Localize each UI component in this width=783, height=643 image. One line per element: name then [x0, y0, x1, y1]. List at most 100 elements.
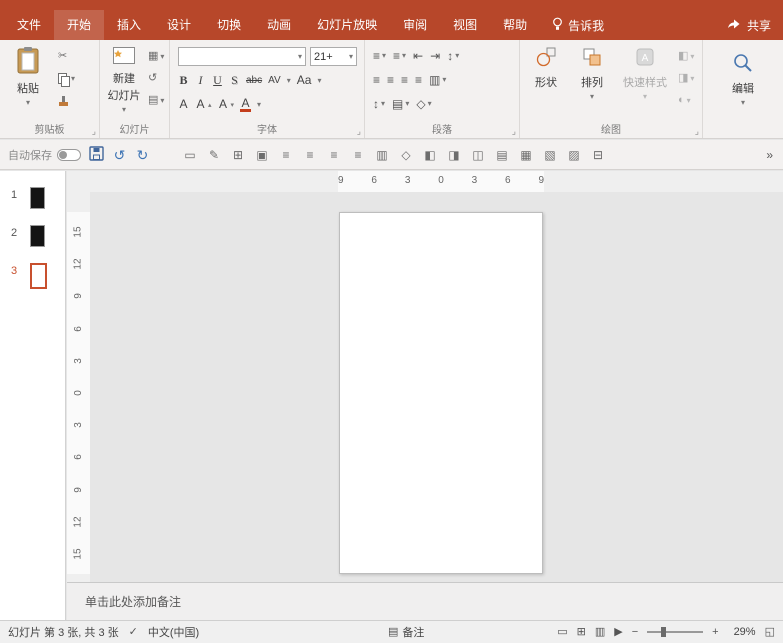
columns-button[interactable]: ▥▾	[429, 73, 446, 86]
font-size-combobox[interactable]: 21+ ▾	[310, 47, 357, 66]
insert-picture-icon[interactable]: ▣	[254, 149, 270, 161]
grow-font-button[interactable]: A▴	[195, 98, 212, 111]
convert-smartart-button[interactable]: ◇▾	[416, 97, 431, 110]
shape-fill-button[interactable]: ◧▾	[678, 50, 694, 63]
strikethrough-button[interactable]: abc	[246, 73, 262, 88]
font-name-combobox[interactable]: ▾	[178, 47, 306, 66]
slide-canvas[interactable]	[339, 212, 543, 574]
justify-icon[interactable]: ≡	[350, 149, 366, 161]
tab-transitions[interactable]: 切换	[204, 10, 254, 40]
bullets-button[interactable]: ≡▾	[373, 49, 386, 62]
align-right-button[interactable]: ≡	[401, 74, 408, 86]
reset-icon: ↺	[148, 73, 157, 84]
tab-review[interactable]: 审阅	[390, 10, 440, 40]
arrange-button[interactable]: 排列 ▾	[570, 46, 614, 101]
tab-insert[interactable]: 插入	[104, 10, 154, 40]
proofing-icon[interactable]: ✓	[129, 627, 138, 638]
character-spacing-button[interactable]: AV	[268, 73, 281, 88]
cut-button[interactable]: ✂	[58, 50, 75, 63]
columns-icon[interactable]: ▥	[374, 149, 390, 161]
numbering-button[interactable]: ≡▾	[393, 49, 406, 62]
justify-button[interactable]: ≡	[415, 74, 422, 86]
insert-shape-icon[interactable]: ◇	[398, 149, 414, 161]
increase-indent-button[interactable]: ⇥	[430, 50, 440, 62]
change-case-button[interactable]: Aa	[297, 73, 312, 88]
smartart-icon[interactable]: ▦	[518, 149, 534, 161]
slide-sorter-view-button[interactable]: ⊞	[577, 627, 586, 638]
format-painter-button[interactable]	[58, 94, 75, 107]
slide-thumbnail-3-selected[interactable]: 3	[11, 263, 65, 289]
header-footer-icon[interactable]: ▤	[494, 149, 510, 161]
zoom-out-button[interactable]: −	[632, 627, 638, 638]
undo-button[interactable]: ↺	[112, 148, 127, 162]
shapes-button[interactable]: 形状	[524, 46, 568, 90]
audio-icon[interactable]: ⊟	[590, 149, 606, 161]
tell-me-button[interactable]: 告诉我	[540, 10, 616, 40]
chart-icon[interactable]: ▧	[542, 149, 558, 161]
normal-view-button[interactable]: ▭	[557, 627, 567, 638]
present-from-start-icon[interactable]: ▭	[182, 149, 198, 161]
tab-help[interactable]: 帮助	[490, 10, 540, 40]
drawing-dialog-launcher[interactable]: ⌟	[695, 127, 699, 136]
align-text-button[interactable]: ▤▾	[392, 97, 409, 110]
slide-thumbnail-2[interactable]: 2	[11, 225, 65, 247]
zoom-percentage[interactable]: 29%	[728, 626, 756, 638]
shape-effects-button[interactable]: ◐▾	[678, 94, 694, 107]
shape-fill-icon[interactable]: ◧	[422, 149, 438, 161]
editing-button[interactable]: 编辑 ▾	[723, 52, 763, 107]
decrease-indent-button[interactable]: ⇤	[413, 50, 423, 62]
font-color-button[interactable]: A	[240, 97, 251, 112]
clipboard-dialog-launcher[interactable]: ⌟	[92, 127, 96, 136]
clear-formatting-button[interactable]: A	[178, 97, 189, 112]
shape-outline-icon[interactable]: ◨	[446, 149, 462, 161]
reset-slide-button[interactable]: ↺	[148, 72, 164, 85]
shrink-font-button[interactable]: A▾	[218, 98, 235, 111]
zoom-slider-thumb[interactable]	[661, 627, 666, 637]
bold-button[interactable]: B	[178, 73, 189, 88]
shape-effects-icon: ◐	[678, 95, 685, 106]
notes-pane[interactable]: 单击此处添加备注	[67, 582, 783, 620]
video-icon[interactable]: ▨	[566, 149, 582, 161]
new-slide-button[interactable]: 新建 幻灯片 ▾	[101, 46, 147, 114]
shape-outline-button[interactable]: ◨▾	[678, 72, 694, 85]
text-direction-button[interactable]: ↕▾	[373, 97, 385, 110]
insert-table-icon[interactable]: ⊞	[230, 149, 246, 161]
line-spacing-button[interactable]: ↕▾	[447, 49, 459, 62]
copy-button[interactable]: ▾	[58, 72, 75, 85]
save-button[interactable]	[89, 146, 104, 164]
align-right-icon[interactable]: ≡	[326, 149, 342, 161]
paragraph-dialog-launcher[interactable]: ⌟	[512, 127, 516, 136]
paste-button[interactable]: 粘贴 ▾	[8, 46, 48, 107]
section-button[interactable]: ▤▾	[148, 94, 164, 107]
slideshow-view-button[interactable]: ▶	[614, 627, 622, 638]
autosave-toggle[interactable]	[57, 149, 81, 161]
slide-thumbnail-1[interactable]: 1	[11, 187, 65, 209]
italic-button[interactable]: I	[195, 73, 206, 88]
redo-button[interactable]: ↻	[135, 148, 150, 162]
text-box-icon[interactable]: ◫	[470, 149, 486, 161]
zoom-slider[interactable]	[647, 631, 703, 633]
tab-home[interactable]: 开始	[54, 10, 104, 40]
align-left-icon[interactable]: ≡	[278, 149, 294, 161]
language-indicator[interactable]: 中文(中国)	[148, 624, 199, 640]
align-left-button[interactable]: ≡	[373, 74, 380, 86]
fit-to-window-button[interactable]: ◱	[765, 627, 775, 638]
tab-animations[interactable]: 动画	[254, 10, 304, 40]
notes-toggle-button[interactable]: ▤ 备注	[388, 621, 424, 643]
text-shadow-button[interactable]: S	[229, 73, 240, 88]
more-commands-button[interactable]: »	[766, 148, 775, 162]
tab-slideshow[interactable]: 幻灯片放映	[304, 10, 390, 40]
tab-file[interactable]: 文件	[4, 10, 54, 40]
zoom-in-button[interactable]: +	[712, 627, 718, 638]
slide-layout-button[interactable]: ▦▾	[148, 50, 164, 63]
share-button[interactable]: 共享	[747, 17, 771, 34]
reading-view-button[interactable]: ▥	[595, 627, 605, 638]
font-dialog-launcher[interactable]: ⌟	[357, 127, 361, 136]
tab-design[interactable]: 设计	[154, 10, 204, 40]
underline-button[interactable]: U	[212, 73, 223, 88]
align-center-button[interactable]: ≡	[387, 74, 394, 86]
quick-styles-button[interactable]: A 快速样式 ▾	[616, 46, 674, 101]
align-center-icon[interactable]: ≡	[302, 149, 318, 161]
tab-view[interactable]: 视图	[440, 10, 490, 40]
draw-icon[interactable]: ✎	[206, 149, 222, 161]
